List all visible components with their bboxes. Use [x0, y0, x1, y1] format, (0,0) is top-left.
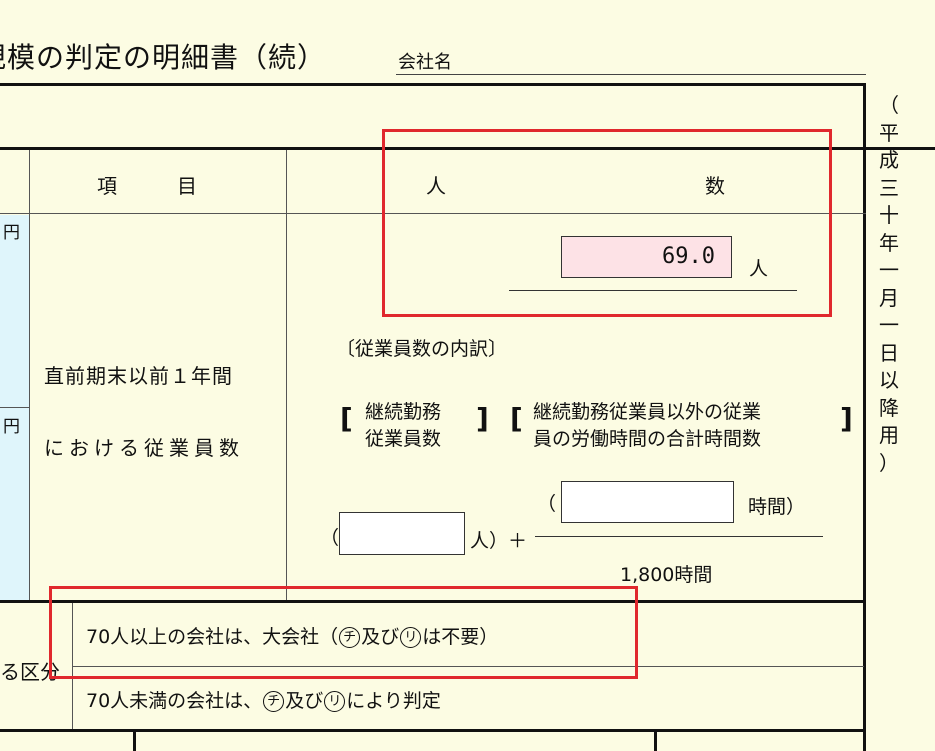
table-right-border	[863, 83, 866, 751]
denominator: 1,800時間	[620, 564, 713, 586]
side-note-char: 年	[879, 230, 899, 255]
highlight-employee-count	[382, 129, 832, 317]
hours-open-paren: （	[537, 493, 557, 515]
circled-ri-icon: リ	[324, 691, 346, 712]
side-note-char: （	[879, 93, 899, 117]
side-note-char: 平	[879, 120, 899, 145]
breakdown-label: 〔従業員数の内訳〕	[336, 338, 508, 360]
yen-unit-2: 円	[3, 417, 20, 437]
circled-chi-icon: チ	[263, 691, 285, 712]
row-label-line-1: 直前期末以前１年間	[44, 364, 233, 388]
yen-unit-1: 円	[3, 223, 20, 243]
side-note-char: 一	[879, 313, 899, 337]
side-note-char: 一	[879, 258, 899, 282]
side-note-char: ）	[879, 450, 899, 475]
hours-unit: 時間）	[748, 496, 806, 518]
side-note-char: 月	[879, 285, 899, 310]
fraction-bar	[535, 536, 823, 537]
table-top-border	[0, 83, 866, 86]
row-label-line-2: における従業員数	[44, 436, 244, 460]
next-col-2	[654, 732, 657, 751]
col-divider-1	[29, 150, 30, 602]
other-hours-field[interactable]	[561, 481, 734, 523]
other-label-2: 員の労働時間の合計時間数	[533, 428, 762, 450]
count-unit: 人）＋	[470, 530, 528, 552]
side-note-char: 降	[879, 395, 899, 420]
side-note-char: 用	[879, 423, 899, 447]
count-open-paren: （	[320, 527, 340, 549]
side-note-char: 以	[879, 368, 899, 392]
side-note-char: 三	[879, 175, 899, 200]
bracket-left-1: [	[340, 402, 353, 435]
highlight-70-rule	[49, 586, 638, 679]
bracket-left-2: [	[510, 402, 523, 435]
continuous-label-2: 従業員数	[365, 428, 442, 450]
other-label-1: 継続勤務従業員以外の従業	[533, 401, 762, 423]
next-col-1	[133, 732, 136, 751]
bracket-right-1: ]	[476, 402, 489, 435]
bracket-right-2: ]	[840, 402, 853, 435]
side-note-char: 成	[879, 148, 899, 172]
rule-70-less: 70人未満の会社は、チ及びリにより判定	[86, 690, 441, 712]
column-header-item: 項 目	[97, 174, 197, 198]
continuous-count-field[interactable]	[339, 512, 465, 555]
col-divider-2	[286, 150, 287, 602]
side-note-char: 十	[879, 203, 899, 227]
company-label: 会社名	[398, 52, 452, 73]
company-name-underline	[396, 74, 866, 75]
yen-row-divider	[0, 407, 30, 408]
next-section-border	[0, 729, 866, 732]
page-title: 規模の判定の明細書（続）	[0, 41, 327, 74]
continuous-label-1: 継続勤務	[365, 401, 442, 423]
side-note-char: 日	[879, 340, 899, 365]
